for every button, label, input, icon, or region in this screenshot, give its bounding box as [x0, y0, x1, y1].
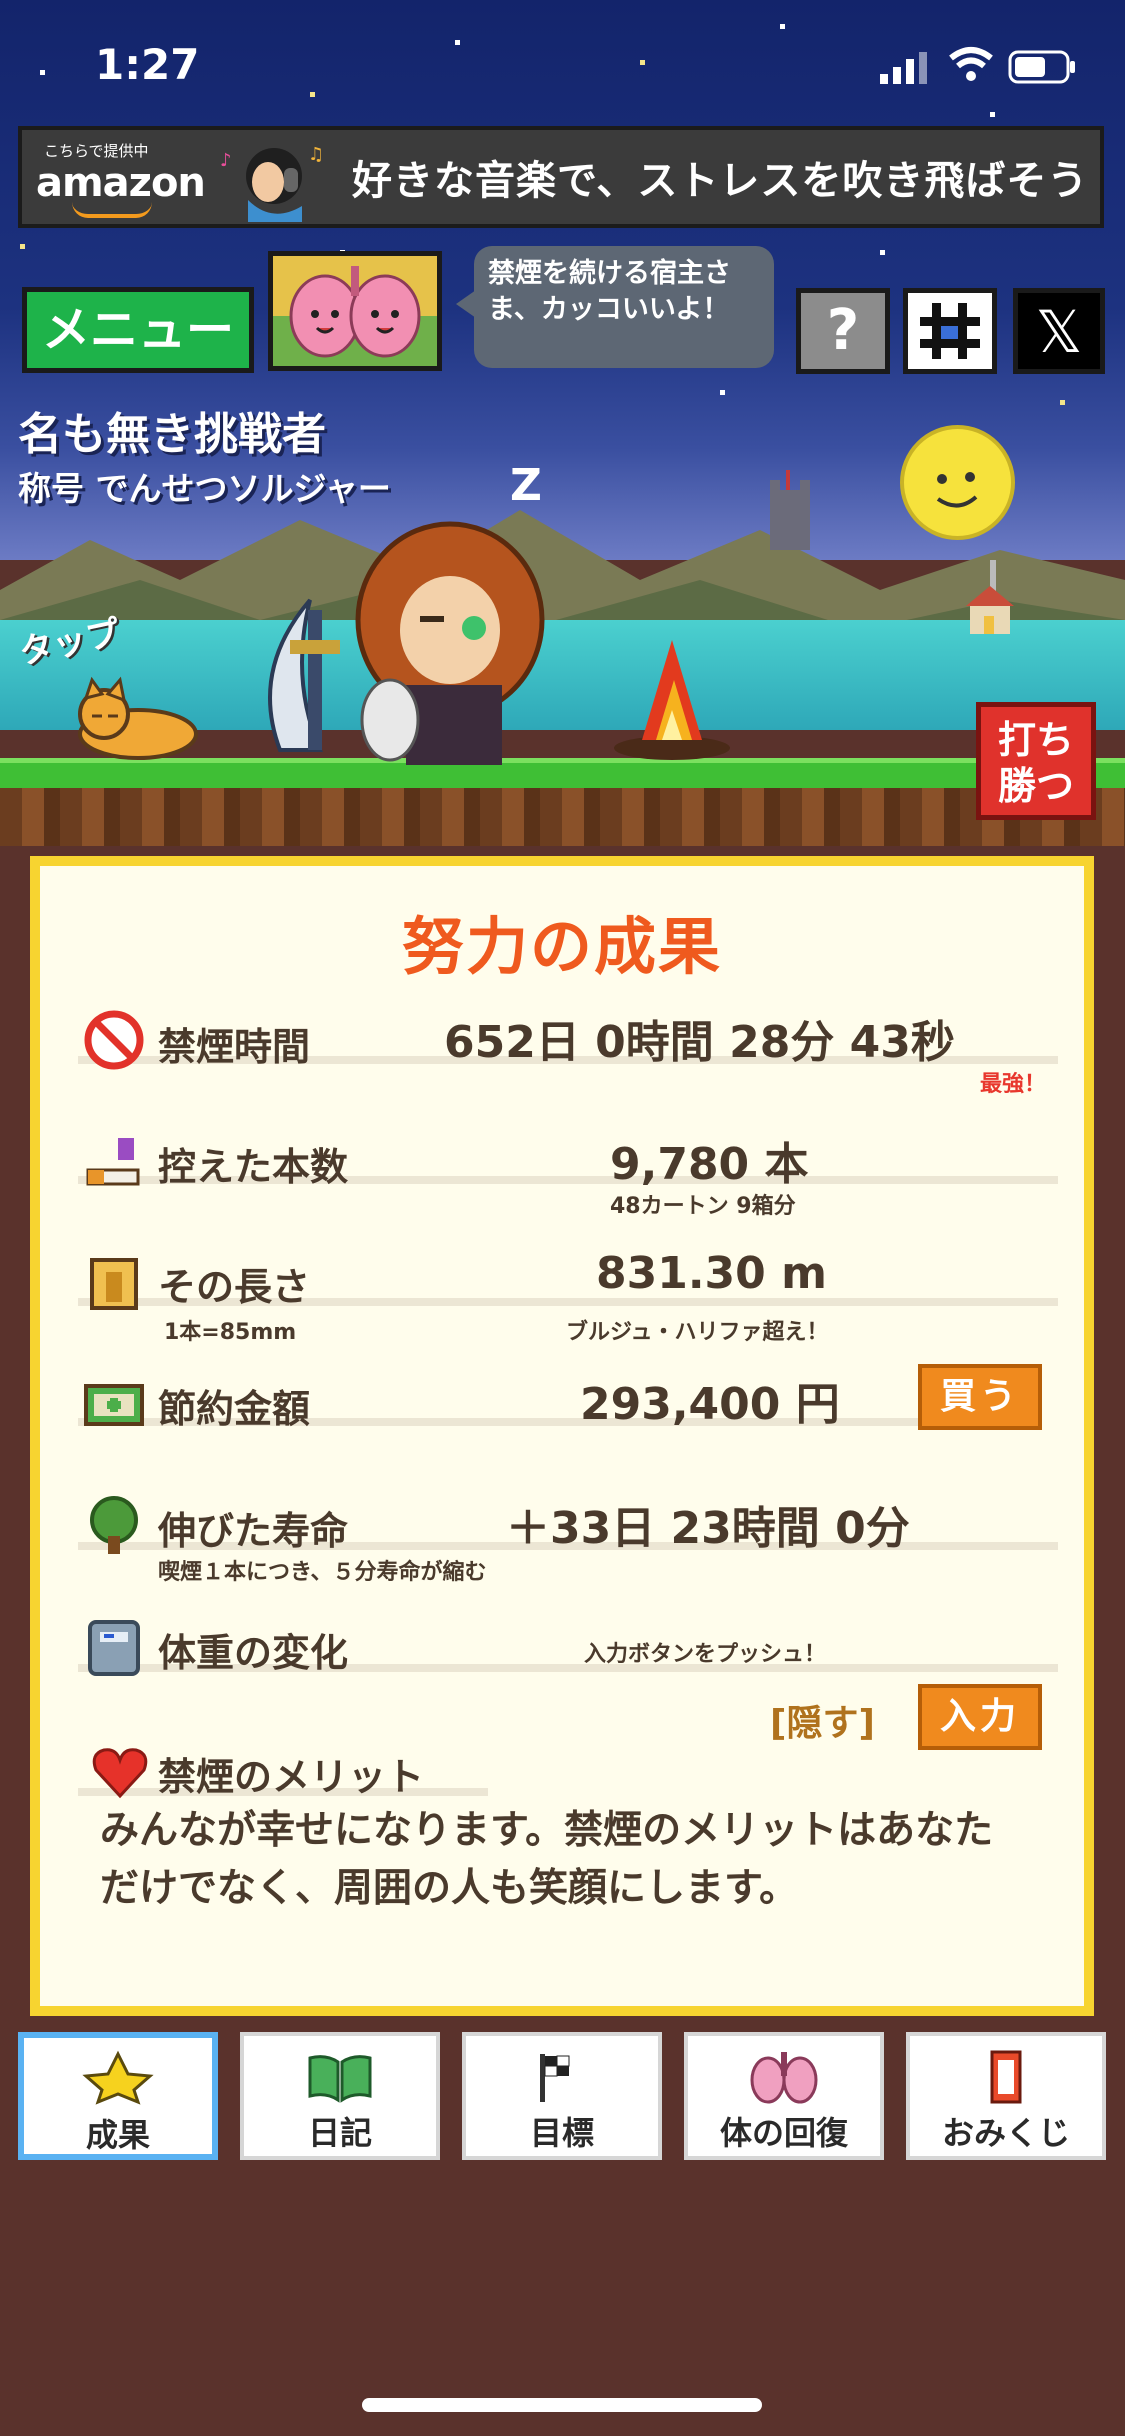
fight-button[interactable]: 打ち 勝つ	[976, 702, 1096, 820]
tab-diary[interactable]: 日記	[240, 2032, 440, 2160]
results-panel: 努力の成果 禁煙時間 652日 0時間 28分 43秒 最強！ 控えた本数 9,…	[30, 856, 1094, 2016]
heart-icon	[90, 1742, 150, 1802]
savings-label: 節約金額	[158, 1387, 311, 1431]
panel-title: 努力の成果	[401, 910, 722, 983]
smoke-free-time-label: 禁煙時間	[158, 1025, 311, 1069]
lungs-icon	[750, 2052, 818, 2104]
fight-label-bottom: 勝つ	[997, 764, 1074, 808]
cat-icon	[78, 676, 198, 760]
svg-text:♫: ♫	[308, 144, 324, 165]
length-label: その長さ	[158, 1265, 311, 1309]
tab-fortune[interactable]: おみくじ	[906, 2032, 1106, 2160]
strongest-note: 最強！	[980, 1072, 1047, 1097]
amazon-smile-icon	[72, 202, 152, 218]
status-time: 1:27	[95, 40, 200, 89]
tab-label: 日記	[307, 2114, 372, 2152]
flag-icon	[540, 2054, 570, 2102]
book-icon	[308, 2055, 372, 2103]
castle-icon	[760, 470, 820, 550]
tab-label: 目標	[529, 2114, 594, 2152]
star-icon	[82, 2050, 154, 2105]
ad-provider-caption: こちらで提供中	[44, 142, 149, 160]
fight-label-top: 打ち	[997, 718, 1074, 762]
weight-change-note: 入力ボタンをプッシュ！	[584, 1642, 827, 1667]
wifi-icon	[948, 46, 994, 82]
amazon-logo: amazon	[36, 160, 206, 206]
cigarettes-avoided-value: 9,780 本	[610, 1139, 809, 1190]
tree-icon	[84, 1496, 144, 1556]
hashtag-icon	[920, 303, 980, 359]
menu-button[interactable]: メニュー	[22, 287, 254, 373]
life-extended-note: 喫煙１本につき、５分寿命が縮む	[158, 1560, 487, 1585]
speech-bubble-tail	[456, 290, 476, 318]
battery-icon	[1008, 50, 1078, 84]
cigarette-icon	[84, 1132, 144, 1192]
merit-label: 禁煙のメリット	[158, 1755, 425, 1799]
home-indicator	[362, 2398, 762, 2412]
hero-icon	[355, 521, 545, 765]
length-note: ブルジュ・ハリファ超え！	[566, 1320, 829, 1345]
ad-text: 好きな音楽で、ストレスを吹き飛ばそう	[352, 158, 1089, 204]
length-sub: 1本=85mm	[164, 1320, 297, 1345]
tab-results[interactable]: 成果	[18, 2032, 218, 2160]
life-extended-value: ＋33日 23時間 0分	[506, 1503, 910, 1554]
hero-character[interactable]	[350, 520, 550, 765]
savings-value: 293,400 円	[580, 1379, 840, 1430]
lungs-character-button[interactable]	[268, 251, 442, 371]
merit-text: みんなが幸せになります。禁煙のメリットはあなた だけでなく、周囲の人も笑顔にしま…	[100, 1802, 1060, 1918]
tab-label: おみくじ	[941, 2114, 1070, 2152]
lungs-icon	[273, 256, 437, 366]
x-share-button[interactable]: 𝕏	[1013, 288, 1105, 374]
campfire-icon	[612, 630, 732, 760]
cigarettes-avoided-label: 控えた本数	[158, 1145, 349, 1189]
buy-button[interactable]: 買う	[918, 1364, 1042, 1430]
cigarettes-avoided-note: 48カートン 9箱分	[610, 1194, 796, 1219]
merit-text-line2: だけでなく、周囲の人も笑顔にします。	[100, 1866, 799, 1911]
tab-goal[interactable]: 目標	[462, 2032, 662, 2160]
length-value: 831.30 m	[596, 1248, 827, 1299]
tab-body-recovery[interactable]: 体の回復	[684, 2032, 884, 2160]
money-icon	[84, 1374, 144, 1434]
player-name: 名も無き挑戦者	[18, 409, 326, 460]
house-icon	[960, 560, 1030, 650]
sleeping-cat[interactable]	[68, 672, 198, 762]
help-button[interactable]: ?	[796, 288, 890, 374]
speech-bubble: 禁煙を続ける宿主さま、カッコいいよ！	[474, 246, 774, 368]
svg-text:♪: ♪	[220, 150, 232, 171]
tab-label: 成果	[85, 2116, 150, 2154]
merit-text-line1: みんなが幸せになります。禁煙のメリットはあなた	[100, 1808, 994, 1853]
hide-link[interactable]: [隠す]	[770, 1694, 875, 1746]
input-button[interactable]: 入力	[918, 1684, 1042, 1750]
hashtag-button[interactable]	[903, 288, 997, 374]
signal-icon	[880, 50, 932, 84]
tab-label: 体の回復	[719, 2114, 848, 2152]
weight-change-label: 体重の変化	[158, 1631, 349, 1675]
no-smoking-icon	[84, 1010, 144, 1070]
life-extended-label: 伸びた寿命	[158, 1509, 349, 1553]
headphone-person-illustration: ♪ ♫	[212, 136, 332, 222]
smoke-free-time-value: 652日 0時間 28分 43秒	[444, 1017, 955, 1068]
fortune-icon	[990, 2050, 1022, 2104]
ad-banner[interactable]: こちらで提供中 amazon ♪ ♫ 好きな音楽で、ストレスを吹き飛ばそう	[18, 126, 1104, 228]
tower-icon	[84, 1252, 144, 1312]
sword-item	[250, 580, 360, 760]
dirt-ground	[0, 788, 1125, 846]
scale-icon	[84, 1618, 144, 1678]
